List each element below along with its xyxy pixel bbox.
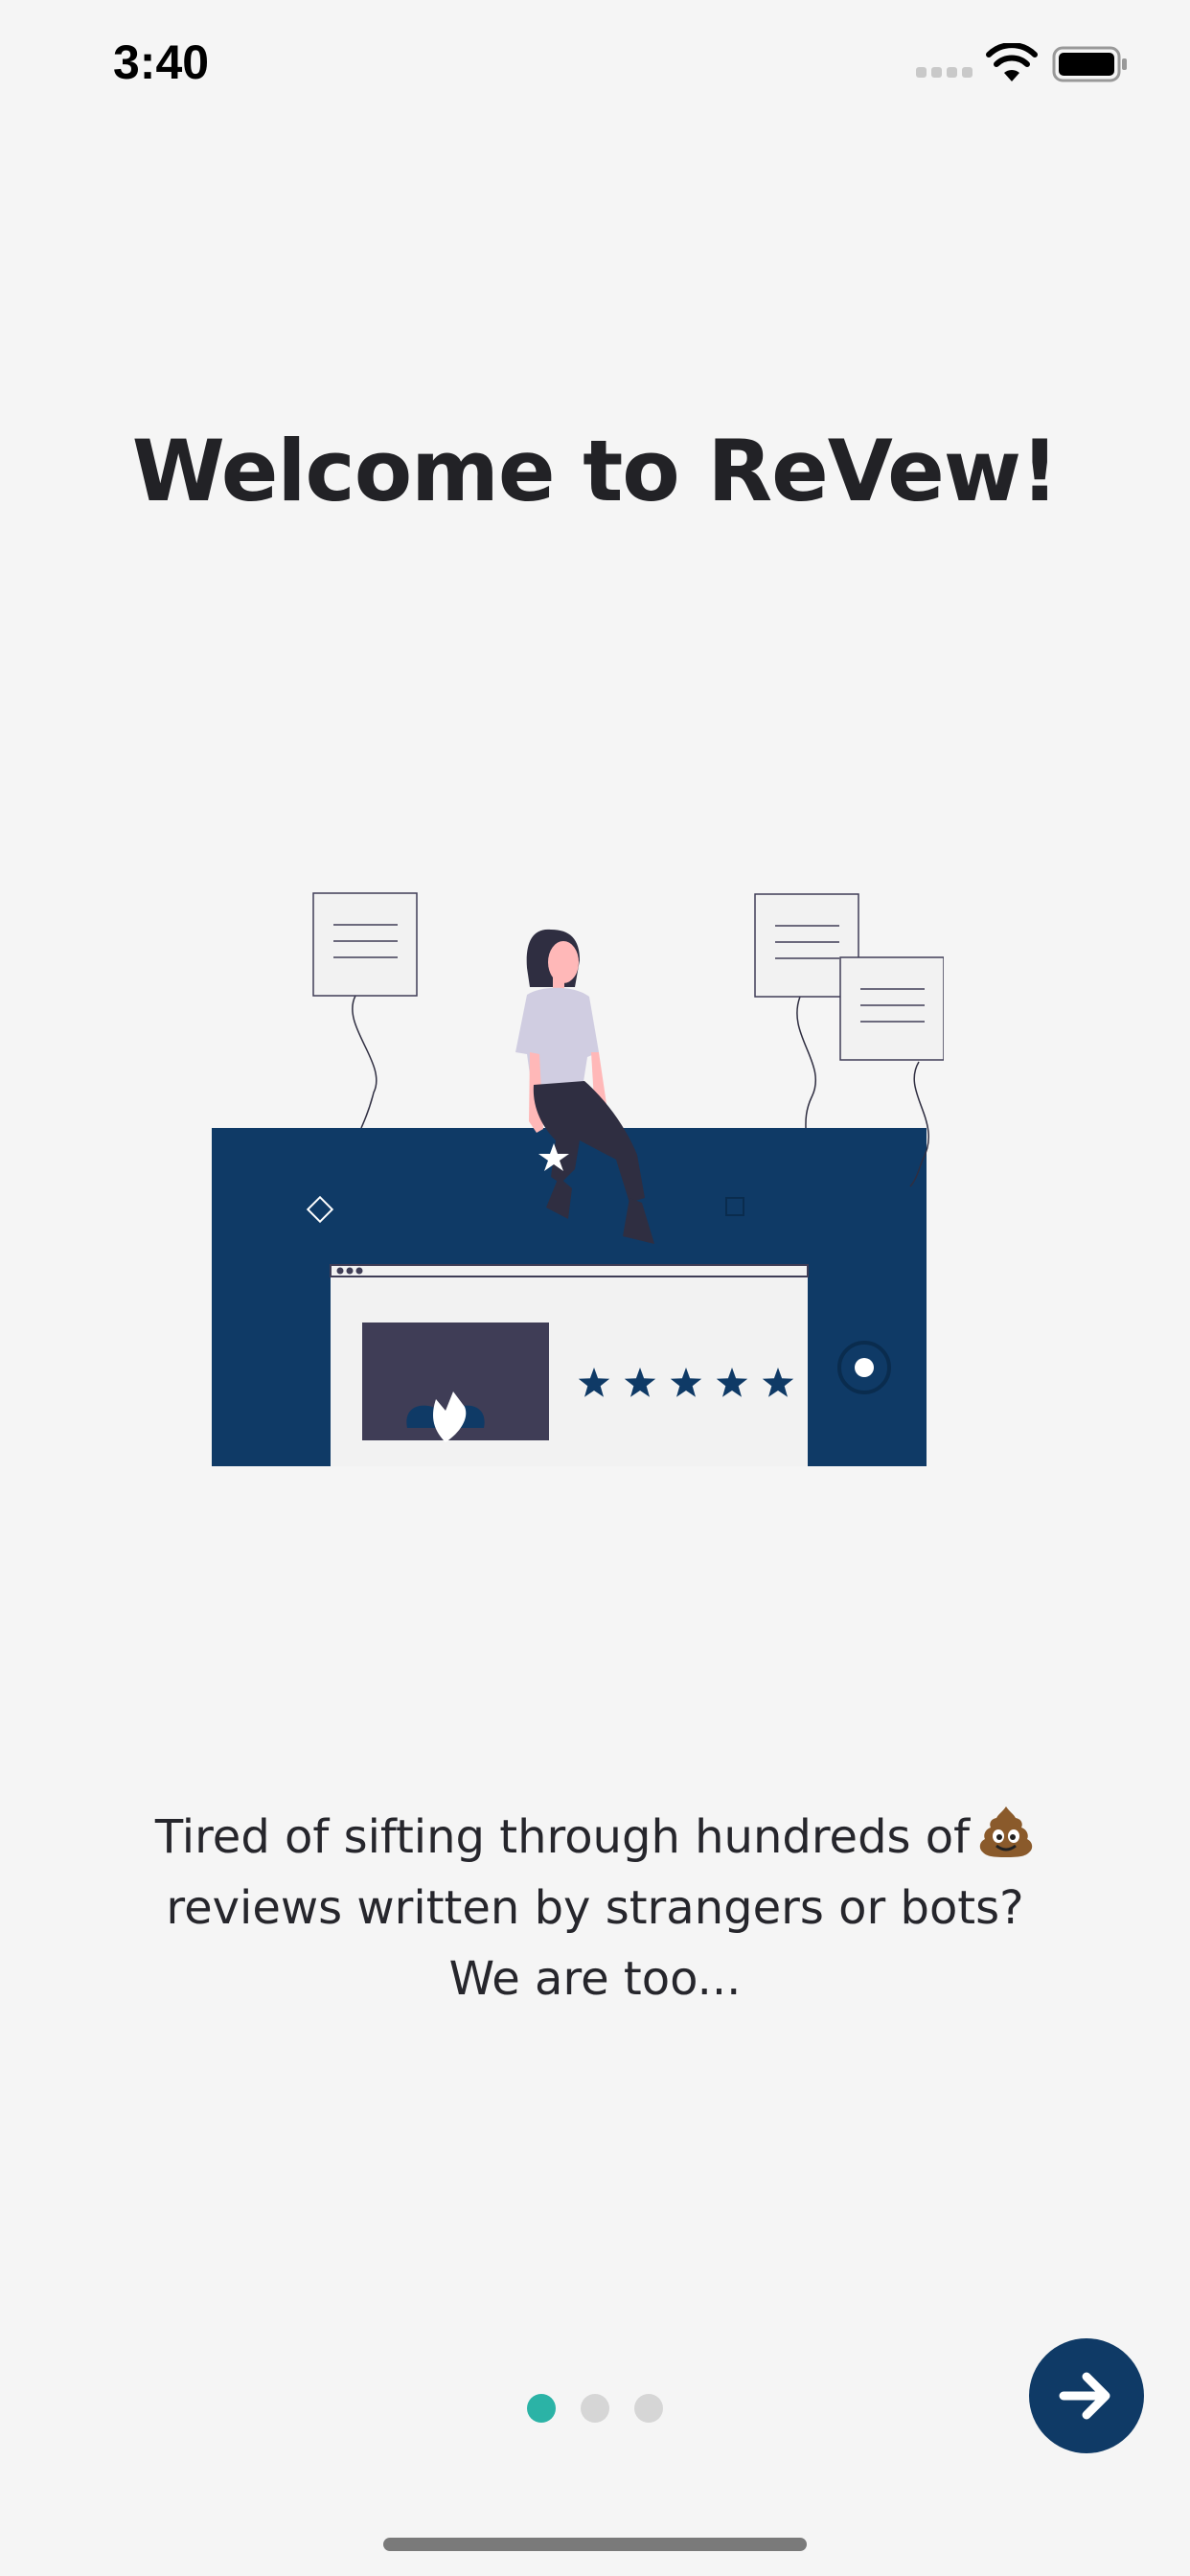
description-line-1: Tired of sifting through hundreds of: [96, 1802, 1094, 1873]
page-dot-2[interactable]: [581, 2394, 609, 2423]
page-title: Welcome to ReVew!: [131, 422, 1059, 520]
string-middle: [796, 996, 817, 1129]
review-window: [330, 1264, 809, 1466]
wifi-icon: [986, 43, 1038, 81]
description-line-2: reviews written by strangers or bots?: [166, 1881, 1024, 1935]
note-left: [312, 892, 418, 997]
description-line-3: We are too...: [448, 1952, 742, 2006]
cellular-signal-icon: [916, 67, 973, 80]
arrow-right-icon: [1059, 2372, 1110, 2420]
onboarding-illustration: [212, 892, 944, 1466]
onboarding-description: Tired of sifting through hundreds of rev…: [96, 1802, 1094, 2014]
status-bar: 3:40: [0, 0, 1190, 134]
page-dot-3[interactable]: [634, 2394, 663, 2423]
note-right: [839, 956, 944, 1061]
page-dot-1[interactable]: [527, 2394, 556, 2423]
battery-icon: [1052, 46, 1127, 82]
page-indicator: [527, 2394, 671, 2425]
next-button[interactable]: [1029, 2338, 1144, 2453]
home-indicator[interactable]: [383, 2538, 807, 2551]
string-left: [352, 995, 378, 1129]
circle-decoration-inner: [855, 1358, 874, 1377]
status-time: 3:40: [113, 35, 210, 89]
poop-emoji-icon: [979, 1806, 1033, 1857]
